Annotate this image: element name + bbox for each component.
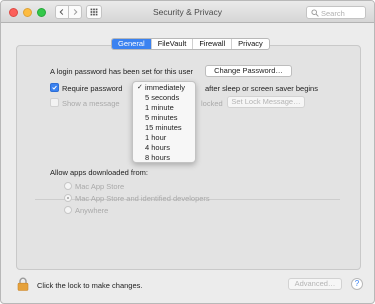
menu-item-4-hours[interactable]: 4 hours xyxy=(133,143,195,153)
title-bar: Security & Privacy Search xyxy=(1,1,374,23)
advanced-button[interactable]: Advanced… xyxy=(288,278,342,290)
show-message-label: Show a message xyxy=(62,99,120,108)
tab-firewall[interactable]: Firewall xyxy=(193,39,233,49)
show-message-suffix: locked xyxy=(201,99,223,108)
menu-item-8-hours[interactable]: 8 hours xyxy=(133,153,195,163)
password-set-label: A login password has been set for this u… xyxy=(50,67,193,76)
radio-label-identified-developers: Mac App Store and identified developers xyxy=(75,194,210,203)
show-message-checkbox[interactable] xyxy=(50,98,59,107)
menu-item-5-minutes[interactable]: 5 minutes xyxy=(133,113,195,123)
tab-filevault[interactable]: FileVault xyxy=(152,39,194,49)
radio-label-anywhere: Anywhere xyxy=(75,206,109,215)
tab-bar: General FileVault Firewall Privacy xyxy=(111,38,270,50)
set-lock-message-button[interactable]: Set Lock Message… xyxy=(227,96,305,108)
search-field[interactable]: Search xyxy=(306,6,366,19)
help-button[interactable]: ? xyxy=(351,278,363,290)
allow-apps-label: Allow apps downloaded from: xyxy=(50,168,148,177)
search-placeholder: Search xyxy=(321,8,345,18)
menu-item-1-hour[interactable]: 1 hour xyxy=(133,133,195,143)
menu-item-5-seconds[interactable]: 5 seconds xyxy=(133,93,195,103)
require-password-suffix: after sleep or screen saver begins xyxy=(205,84,318,93)
tab-general[interactable]: General xyxy=(112,39,152,49)
password-delay-menu: ✓ immediately 5 seconds 1 minute 5 minut… xyxy=(132,81,196,163)
menu-item-1-minute[interactable]: 1 minute xyxy=(133,103,195,113)
change-password-button[interactable]: Change Password… xyxy=(205,65,292,77)
require-password-label: Require password xyxy=(62,84,123,93)
require-password-checkbox[interactable] xyxy=(50,83,59,92)
lock-icon[interactable] xyxy=(17,277,29,291)
checkmark-icon xyxy=(52,85,57,90)
radio-mac-app-store[interactable] xyxy=(64,182,72,190)
radio-label-mac-app-store: Mac App Store xyxy=(75,182,125,191)
radio-anywhere[interactable] xyxy=(64,206,72,214)
checkmark-icon: ✓ xyxy=(137,84,143,91)
security-privacy-window: Security & Privacy Search A login passwo… xyxy=(0,0,375,304)
tab-privacy[interactable]: Privacy xyxy=(232,39,269,49)
search-icon xyxy=(311,9,319,17)
menu-item-immediately[interactable]: ✓ immediately xyxy=(133,83,195,93)
lock-label: Click the lock to make changes. xyxy=(37,281,143,290)
menu-item-15-minutes[interactable]: 15 minutes xyxy=(133,123,195,133)
radio-identified-developers[interactable] xyxy=(64,194,72,202)
